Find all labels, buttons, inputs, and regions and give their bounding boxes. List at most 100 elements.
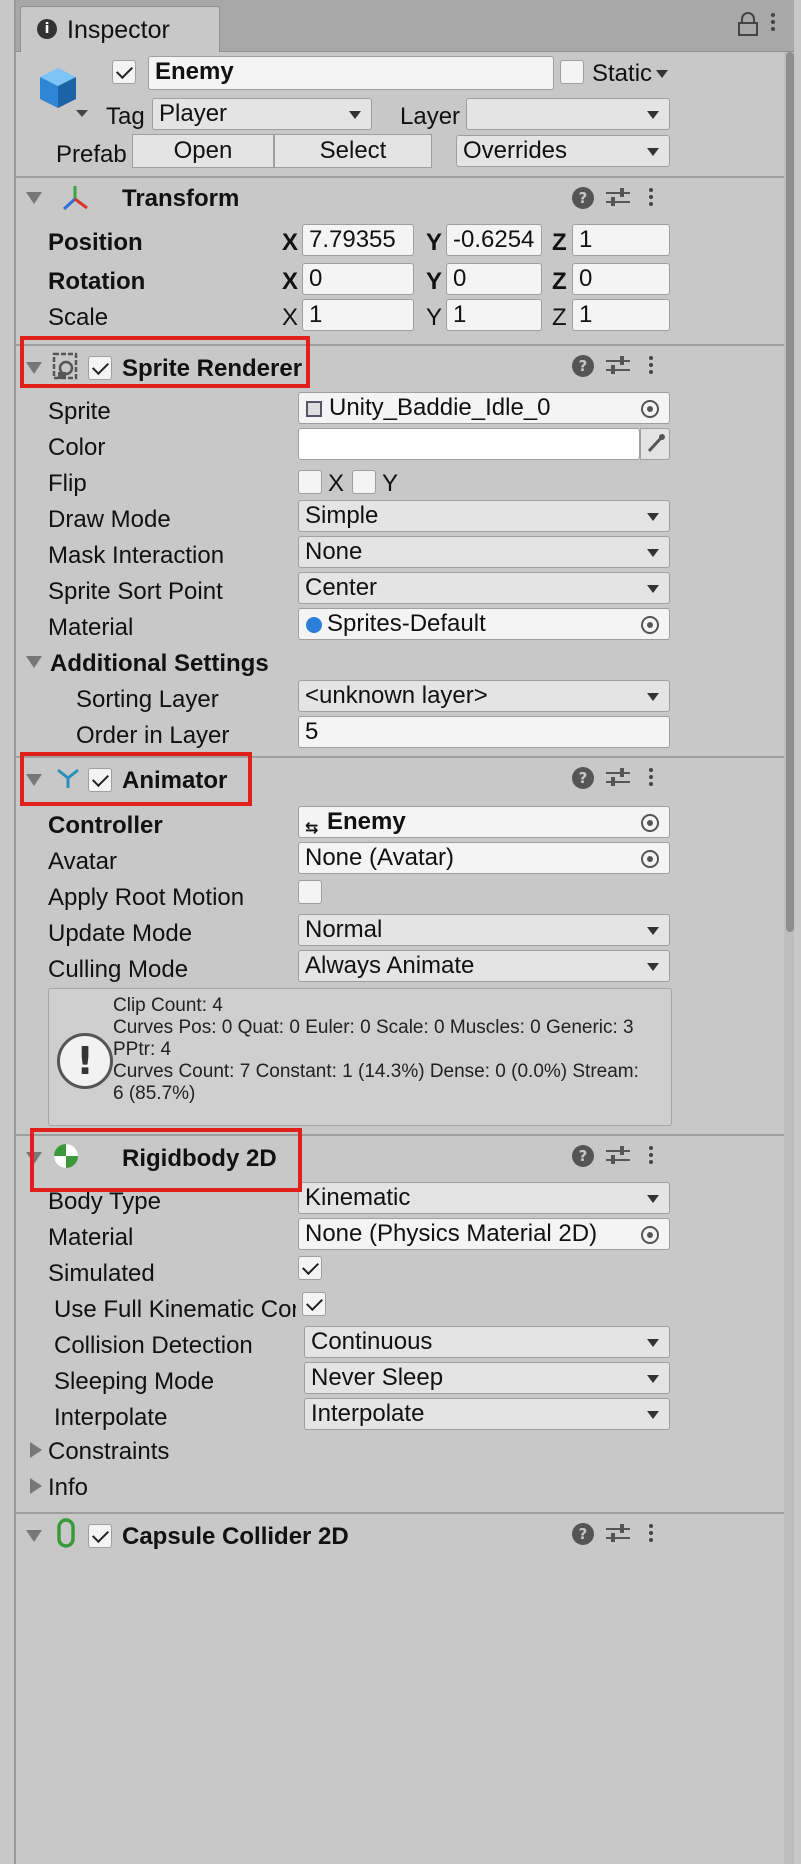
object-picker-icon[interactable]	[641, 616, 659, 634]
sorting-layer-dropdown[interactable]: <unknown layer>	[298, 680, 670, 712]
scale-z-label[interactable]: Z	[552, 304, 567, 332]
scale-y-label[interactable]: Y	[426, 304, 442, 332]
preset-icon[interactable]	[606, 356, 630, 376]
chevron-down-icon	[647, 1411, 659, 1419]
component-menu-icon[interactable]	[648, 1521, 654, 1547]
foldout-arrow-icon[interactable]	[30, 1478, 42, 1494]
preset-icon[interactable]	[606, 188, 630, 208]
foldout-arrow-icon[interactable]	[26, 1530, 42, 1542]
constraints-foldout[interactable]: Constraints	[48, 1438, 169, 1466]
scale-z-field[interactable]: 1	[572, 299, 670, 331]
draw-mode-dropdown[interactable]: Simple	[298, 500, 670, 532]
position-x-label[interactable]: X	[282, 229, 298, 257]
position-z-label[interactable]: Z	[552, 229, 567, 257]
use-full-kinematic-checkbox[interactable]	[302, 1292, 326, 1316]
capsule-collider-enabled-checkbox[interactable]	[88, 1524, 112, 1548]
scale-x-field[interactable]: 1	[302, 299, 414, 331]
scale-x-label[interactable]: X	[282, 304, 298, 332]
info-line: Curves Pos: 0 Quat: 0 Euler: 0 Scale: 0 …	[113, 1017, 634, 1038]
object-picker-icon[interactable]	[641, 850, 659, 868]
static-dropdown-icon[interactable]	[656, 70, 668, 78]
simulated-label: Simulated	[48, 1260, 155, 1287]
component-menu-icon[interactable]	[648, 353, 654, 379]
sprite-object-field[interactable]: Unity_Baddie_Idle_0	[298, 392, 670, 424]
capsule-collider-title: Capsule Collider 2D	[122, 1523, 349, 1550]
info-foldout[interactable]: Info	[48, 1474, 88, 1502]
help-icon[interactable]: ?	[572, 1523, 594, 1545]
lock-icon[interactable]	[738, 12, 758, 36]
object-picker-icon[interactable]	[641, 400, 659, 418]
simulated-checkbox[interactable]	[298, 1256, 322, 1280]
flip-x-checkbox[interactable]	[298, 470, 322, 494]
scale-y-field[interactable]: 1	[446, 299, 542, 331]
preset-icon[interactable]	[606, 768, 630, 788]
rotation-y-field[interactable]: 0	[446, 263, 542, 295]
mask-interaction-dropdown[interactable]: None	[298, 536, 670, 568]
chevron-down-icon	[647, 549, 659, 557]
apply-root-motion-checkbox[interactable]	[298, 880, 322, 904]
tab-menu-icon[interactable]	[770, 10, 776, 36]
object-picker-icon[interactable]	[641, 814, 659, 832]
flip-y-checkbox[interactable]	[352, 470, 376, 494]
foldout-arrow-icon[interactable]	[26, 656, 42, 668]
active-checkbox[interactable]	[112, 60, 136, 84]
sprite-label: Sprite	[48, 398, 111, 425]
collision-detection-dropdown[interactable]: Continuous	[304, 1326, 670, 1358]
sprite-sort-point-dropdown[interactable]: Center	[298, 572, 670, 604]
position-x-field[interactable]: 7.79355	[302, 224, 414, 256]
help-icon[interactable]: ?	[572, 355, 594, 377]
additional-settings-label[interactable]: Additional Settings	[50, 650, 269, 678]
component-menu-icon[interactable]	[648, 1143, 654, 1169]
transform-axis-icon	[62, 186, 88, 211]
component-menu-icon[interactable]	[648, 765, 654, 791]
help-icon[interactable]: ?	[572, 1145, 594, 1167]
body-type-dropdown[interactable]: Kinematic	[298, 1182, 670, 1214]
object-picker-icon[interactable]	[641, 1226, 659, 1244]
rotation-z-field[interactable]: 0	[572, 263, 670, 295]
foldout-arrow-icon[interactable]	[26, 192, 42, 204]
preset-icon[interactable]	[606, 1524, 630, 1544]
preset-icon[interactable]	[606, 1146, 630, 1166]
culling-mode-label: Culling Mode	[48, 956, 189, 983]
help-icon[interactable]: ?	[572, 767, 594, 789]
rotation-x-label[interactable]: X	[282, 268, 298, 296]
tab-bar: i Inspector	[16, 0, 794, 52]
object-name-field[interactable]: Enemy	[148, 56, 554, 90]
position-y-field[interactable]: -0.6254	[446, 224, 542, 256]
controller-object-field[interactable]: ⇆ Enemy	[298, 806, 670, 838]
capsule-collider-header[interactable]: Capsule Collider 2D ?	[16, 1514, 784, 1554]
chevron-down-icon	[349, 111, 361, 119]
physics-material-object-field[interactable]: None (Physics Material 2D)	[298, 1218, 670, 1250]
avatar-label: Avatar	[48, 848, 117, 875]
order-in-layer-field[interactable]: 5	[298, 716, 670, 748]
avatar-object-field[interactable]: None (Avatar)	[298, 842, 670, 874]
update-mode-dropdown[interactable]: Normal	[298, 914, 670, 946]
layer-dropdown[interactable]	[466, 98, 670, 130]
rotation-x-field[interactable]: 0	[302, 263, 414, 295]
prefab-open-button[interactable]: Open	[132, 134, 274, 168]
foldout-arrow-icon[interactable]	[30, 1442, 42, 1458]
position-z-field[interactable]: 1	[572, 224, 670, 256]
position-y-label[interactable]: Y	[426, 229, 442, 257]
scrollbar[interactable]	[784, 52, 794, 1864]
scrollbar-thumb[interactable]	[786, 52, 794, 932]
interpolate-dropdown[interactable]: Interpolate	[304, 1398, 670, 1430]
sleeping-mode-dropdown[interactable]: Never Sleep	[304, 1362, 670, 1394]
culling-mode-dropdown[interactable]: Always Animate	[298, 950, 670, 982]
help-icon[interactable]: ?	[572, 187, 594, 209]
flip-y-label: Y	[382, 470, 399, 497]
flip-x-label: X	[328, 470, 345, 497]
transform-header[interactable]: Transform ?	[16, 178, 784, 218]
static-checkbox[interactable]	[560, 60, 584, 84]
tag-dropdown[interactable]: Player	[152, 98, 372, 130]
rotation-z-label[interactable]: Z	[552, 268, 567, 296]
tab-inspector[interactable]: i Inspector	[20, 6, 220, 52]
color-swatch[interactable]	[298, 428, 640, 460]
component-menu-icon[interactable]	[648, 185, 654, 211]
prefab-select-button[interactable]: Select	[274, 134, 432, 168]
material-object-field[interactable]: Sprites-Default	[298, 608, 670, 640]
prefab-overrides-dropdown[interactable]: Overrides	[456, 135, 670, 167]
eyedropper-icon[interactable]	[640, 428, 670, 460]
rotation-y-label[interactable]: Y	[426, 268, 442, 296]
highlight-box-rigidbody	[30, 1128, 302, 1192]
